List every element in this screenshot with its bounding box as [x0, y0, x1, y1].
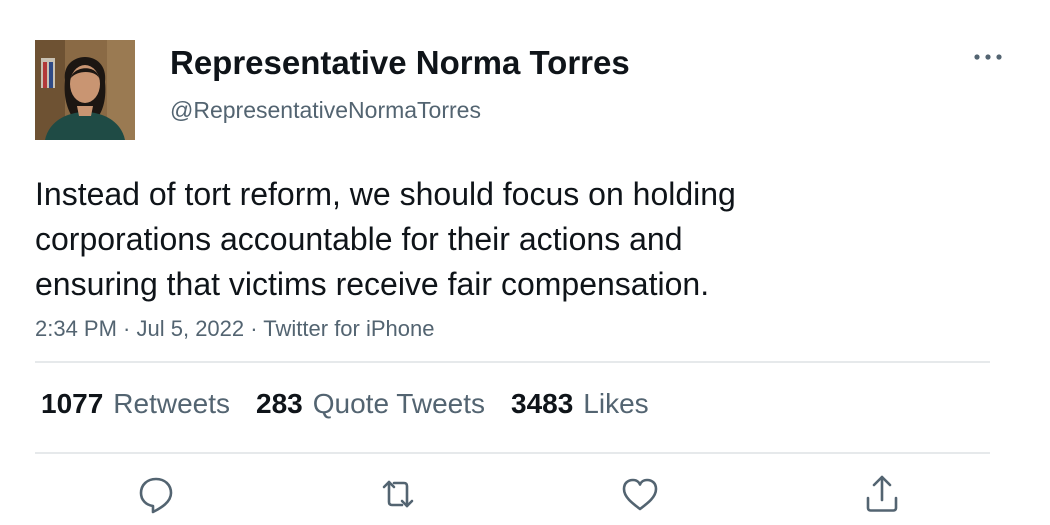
- meta-separator: ·: [244, 316, 264, 341]
- quote-tweets-count: 283: [256, 388, 303, 419]
- more-options-button[interactable]: [968, 44, 1008, 70]
- quote-tweets-stat[interactable]: 283 Quote Tweets: [256, 388, 485, 420]
- tweet-meta: 2:34 PM · Jul 5, 2022 · Twitter for iPho…: [35, 316, 434, 342]
- like-button[interactable]: [618, 472, 662, 516]
- retweets-count: 1077: [41, 388, 104, 419]
- retweets-stat[interactable]: 1077 Retweets: [41, 388, 230, 420]
- tweet-text: Instead of tort reform, we should focus …: [35, 172, 935, 307]
- divider: [35, 361, 990, 363]
- share-icon: [866, 475, 898, 512]
- user-handle[interactable]: @RepresentativeNormaTorres: [170, 97, 481, 124]
- tweet-text-line: Instead of tort reform, we should focus …: [35, 176, 736, 212]
- reply-icon: [139, 477, 173, 514]
- quote-tweets-label: Quote Tweets: [312, 388, 485, 419]
- retweet-button[interactable]: [376, 472, 420, 516]
- retweets-label: Retweets: [113, 388, 231, 419]
- tweet-text-line: corporations accountable for their actio…: [35, 221, 683, 257]
- more-icon: [974, 54, 1002, 60]
- tweet-text-line: ensuring that victims receive fair compe…: [35, 266, 710, 302]
- reply-button[interactable]: [134, 472, 178, 516]
- divider: [35, 452, 990, 454]
- tweet-stats: 1077 Retweets 283 Quote Tweets 3483 Likes: [41, 388, 649, 420]
- profile-photo: [35, 40, 135, 140]
- tweet: Representative Norma Torres @Representat…: [0, 0, 1050, 525]
- likes-stat[interactable]: 3483 Likes: [511, 388, 649, 420]
- tweet-date[interactable]: Jul 5, 2022: [137, 316, 245, 341]
- tweet-time[interactable]: 2:34 PM: [35, 316, 117, 341]
- retweet-icon: [382, 480, 414, 508]
- meta-separator: ·: [116, 316, 137, 341]
- likes-label: Likes: [583, 388, 649, 419]
- display-name[interactable]: Representative Norma Torres: [170, 44, 630, 82]
- avatar[interactable]: [35, 40, 135, 140]
- like-icon: [622, 478, 658, 511]
- likes-count: 3483: [511, 388, 574, 419]
- tweet-source[interactable]: Twitter for iPhone: [263, 316, 434, 341]
- share-button[interactable]: [860, 472, 904, 516]
